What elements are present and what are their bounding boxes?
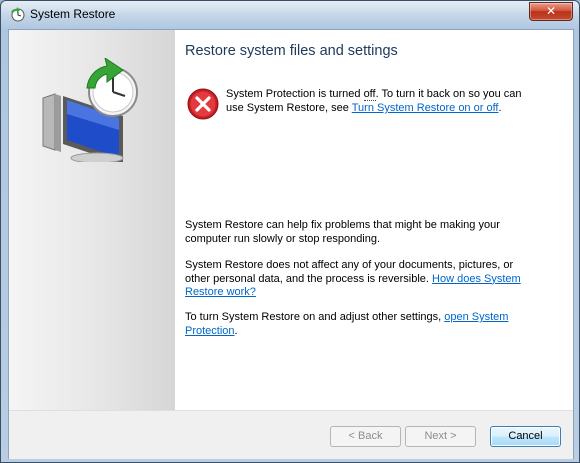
next-button[interactable]: Next > [405,426,476,447]
system-restore-window: System Restore ✕ Restore system files an… [0,0,580,463]
back-button[interactable]: < Back [330,426,401,447]
content-panel: Restore system files and settings System… [175,30,573,410]
off-term[interactable]: off [363,88,376,101]
page-title: Restore system files and settings [185,43,398,59]
settings-paragraph: To turn System Restore on and adjust oth… [185,311,535,338]
title-bar[interactable]: System Restore ✕ [1,1,579,29]
error-text-start: System Protection is turned [226,88,364,100]
settings-text: To turn System Restore on and adjust oth… [185,311,445,323]
close-icon: ✕ [545,4,557,18]
reversible-paragraph: System Restore does not affect any of yo… [185,259,535,300]
error-x-icon [187,88,219,120]
settings-text-end: . [234,324,238,337]
error-text-end: . [498,102,502,114]
cancel-button[interactable]: Cancel [490,426,561,447]
dialog-client-area: Restore system files and settings System… [8,29,574,459]
button-bar: < Back Next > Cancel [9,410,573,459]
error-message: System Protection is turned off. To turn… [226,87,536,115]
close-button[interactable]: ✕ [529,2,573,21]
sidebar-panel [9,30,175,410]
system-restore-monitor-clock-icon [42,58,138,162]
window-title: System Restore [30,7,116,21]
system-restore-icon [11,7,25,22]
turn-system-restore-link[interactable]: Turn System Restore on or off [352,102,499,114]
description-paragraph: System Restore can help fix problems tha… [185,219,500,245]
